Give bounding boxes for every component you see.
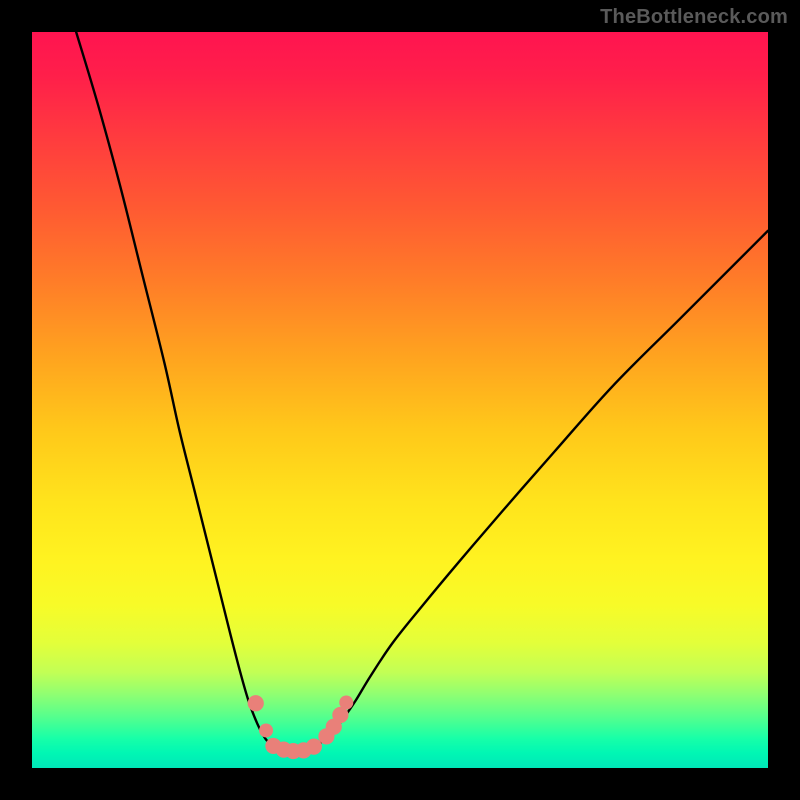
bottleneck-curve [32, 32, 768, 768]
watermark-label: TheBottleneck.com [600, 6, 788, 29]
marker-dot [306, 739, 322, 755]
chart-frame: TheBottleneck.com [0, 0, 800, 800]
chart-plot-area [32, 32, 768, 768]
curve-left [76, 32, 270, 744]
marker-dot [339, 696, 353, 710]
marker-dot [259, 723, 273, 737]
marker-dot [248, 695, 264, 711]
marker-group [248, 695, 354, 759]
curve-right [326, 231, 768, 738]
